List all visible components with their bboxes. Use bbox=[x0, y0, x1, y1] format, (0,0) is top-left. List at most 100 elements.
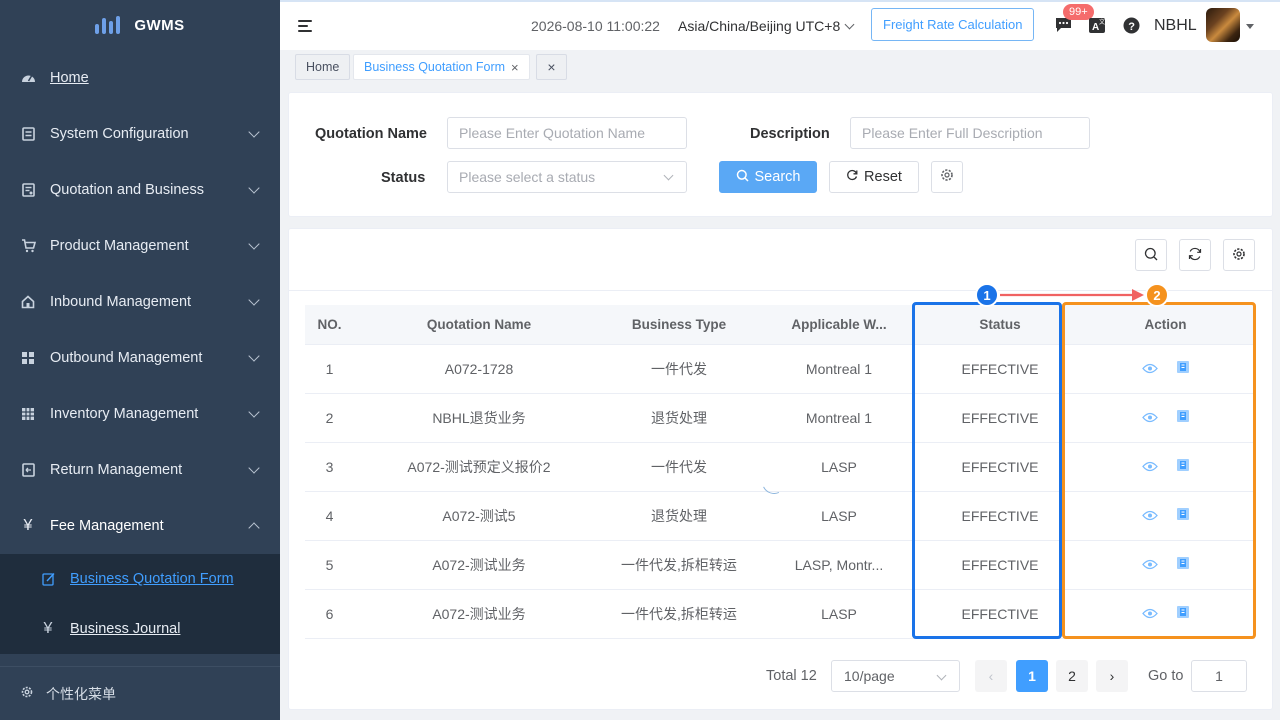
sidebar-item-quotation-business[interactable]: Quotation and Business bbox=[0, 162, 280, 218]
top-navbar: 2026-08-10 11:00:22 Asia/China/Beijing U… bbox=[280, 0, 1280, 50]
page-size-select[interactable]: 10/page bbox=[831, 660, 960, 692]
sidebar-item-label: System Configuration bbox=[50, 126, 189, 142]
column-header-quotation-name: Quotation Name bbox=[354, 305, 604, 345]
sidebar-item-label: Home bbox=[50, 70, 89, 86]
cell-no: 4 bbox=[305, 491, 354, 541]
gear-icon bbox=[1232, 247, 1246, 264]
sidebar-item-label: Outbound Management bbox=[50, 350, 203, 366]
svg-text:?: ? bbox=[1128, 21, 1135, 33]
tag-label: Home bbox=[306, 60, 340, 74]
tags-view: Home Business Quotation Form × × bbox=[280, 50, 1280, 86]
sidebar-item-outbound-management[interactable]: Outbound Management bbox=[0, 330, 280, 386]
chevron-down-icon bbox=[248, 126, 260, 138]
quotation-name-label: Quotation Name bbox=[315, 126, 427, 142]
sidebar-subitem-label: Business Journal bbox=[70, 621, 181, 637]
toggle-search-button[interactable] bbox=[1135, 239, 1167, 271]
description-input[interactable]: Please Enter Full Description bbox=[850, 117, 1090, 149]
menu-fold-icon[interactable] bbox=[298, 19, 314, 33]
next-page-button[interactable]: › bbox=[1096, 660, 1128, 692]
search-icon bbox=[1144, 247, 1158, 264]
help-icon[interactable]: ? bbox=[1122, 16, 1140, 34]
cell-business-type: 退货处理 bbox=[604, 491, 754, 541]
close-icon: × bbox=[547, 59, 556, 75]
annotation-marker-1: 1 bbox=[975, 283, 999, 307]
caret-down-icon[interactable] bbox=[1246, 24, 1254, 29]
sidebar-item-system-configuration[interactable]: System Configuration bbox=[0, 106, 280, 162]
sidebar-item-label: Product Management bbox=[50, 238, 189, 254]
yen-icon: ¥ bbox=[43, 620, 53, 637]
search-form: Quotation Name Please Enter Quotation Na… bbox=[288, 92, 1273, 217]
sidebar-subitem-business-journal[interactable]: ¥ Business Journal bbox=[0, 604, 280, 654]
cell-business-type: 一件代发 bbox=[604, 344, 754, 394]
search-settings-button[interactable] bbox=[931, 161, 963, 193]
cell-no: 2 bbox=[305, 393, 354, 443]
cell-quotation-name: A072-测试预定义报价2 bbox=[354, 442, 604, 492]
sidebar-item-label: Quotation and Business bbox=[50, 182, 204, 198]
settings-panel-icon bbox=[20, 126, 36, 142]
personalized-menu[interactable]: 个性化菜单 bbox=[0, 666, 280, 720]
column-settings-button[interactable] bbox=[1223, 239, 1255, 271]
sidebar-subitem-business-quotation-form[interactable]: Business Quotation Form bbox=[0, 554, 280, 604]
chevron-down-icon bbox=[248, 406, 260, 418]
sidebar-item-label: Inbound Management bbox=[50, 294, 192, 310]
timezone-dropdown[interactable]: Asia/China/Beijing UTC+8 bbox=[678, 18, 855, 34]
page-button-2[interactable]: 2 bbox=[1056, 660, 1088, 692]
gear-icon bbox=[20, 685, 34, 702]
app-name: GWMS bbox=[134, 16, 185, 34]
cell-no: 3 bbox=[305, 442, 354, 492]
refresh-button[interactable] bbox=[1179, 239, 1211, 271]
cell-business-type: 一件代发,拆柜转运 bbox=[604, 589, 754, 639]
quotation-name-placeholder: Please Enter Quotation Name bbox=[459, 125, 645, 141]
current-datetime: 2026-08-10 11:00:22 bbox=[531, 18, 660, 34]
reset-button[interactable]: Reset bbox=[829, 161, 919, 193]
search-button[interactable]: Search bbox=[719, 161, 817, 193]
cell-quotation-name: A072-测试业务 bbox=[354, 540, 604, 590]
app-logo[interactable]: GWMS bbox=[0, 0, 280, 50]
goto-page-input[interactable]: 1 bbox=[1191, 660, 1247, 692]
close-all-tags-button[interactable]: × bbox=[536, 54, 567, 80]
refresh-icon bbox=[1188, 247, 1202, 264]
sidebar-item-fee-management[interactable]: ¥ Fee Management bbox=[0, 498, 280, 554]
tag-business-quotation-form[interactable]: Business Quotation Form × bbox=[353, 54, 530, 80]
quotation-name-input[interactable]: Please Enter Quotation Name bbox=[447, 117, 687, 149]
page-size-label: 10/page bbox=[844, 668, 895, 684]
cell-no: 5 bbox=[305, 540, 354, 590]
search-button-label: Search bbox=[754, 169, 801, 185]
sidebar: GWMS Home System Configuration Quotation… bbox=[0, 0, 280, 720]
status-placeholder: Please select a status bbox=[459, 169, 596, 185]
pagination-total: Total 12 bbox=[766, 668, 817, 684]
document-list-icon bbox=[20, 182, 36, 198]
chevron-down-icon bbox=[248, 350, 260, 362]
sidebar-item-product-management[interactable]: Product Management bbox=[0, 218, 280, 274]
sidebar-item-home[interactable]: Home bbox=[0, 50, 280, 106]
status-select[interactable]: Please select a status bbox=[447, 161, 687, 193]
table-icon bbox=[20, 406, 36, 422]
cell-quotation-name: NBHL退货业务 bbox=[354, 393, 604, 443]
description-label: Description bbox=[750, 126, 830, 142]
close-icon[interactable]: × bbox=[511, 60, 519, 75]
page-button-1[interactable]: 1 bbox=[1016, 660, 1048, 692]
cell-warehouse: Montreal 1 bbox=[754, 393, 924, 443]
dashboard-icon bbox=[20, 70, 36, 86]
column-header-business-type: Business Type bbox=[604, 305, 754, 345]
avatar[interactable] bbox=[1206, 8, 1240, 42]
personalized-menu-label: 个性化菜单 bbox=[46, 685, 116, 702]
sidebar-item-inbound-management[interactable]: Inbound Management bbox=[0, 274, 280, 330]
user-name[interactable]: NBHL bbox=[1154, 17, 1197, 35]
cell-no: 6 bbox=[305, 589, 354, 639]
freight-rate-calculation-button[interactable]: Freight Rate Calculation bbox=[871, 8, 1035, 41]
sidebar-item-return-management[interactable]: Return Management bbox=[0, 442, 280, 498]
translate-icon[interactable]: A文 bbox=[1088, 16, 1106, 34]
chevron-up-icon bbox=[248, 522, 260, 534]
sidebar-subitem-label: Business Quotation Form bbox=[70, 571, 234, 587]
annotation-marker-2: 2 bbox=[1145, 283, 1169, 307]
sidebar-item-inventory-management[interactable]: Inventory Management bbox=[0, 386, 280, 442]
prev-page-button[interactable]: ‹ bbox=[975, 660, 1007, 692]
cell-quotation-name: A072-测试5 bbox=[354, 491, 604, 541]
tag-home[interactable]: Home bbox=[295, 54, 351, 80]
cell-warehouse: LASP bbox=[754, 589, 924, 639]
cell-business-type: 一件代发,拆柜转运 bbox=[604, 540, 754, 590]
edit-doc-icon bbox=[40, 572, 56, 586]
grid-icon bbox=[20, 350, 36, 366]
cell-warehouse: Montreal 1 bbox=[754, 344, 924, 394]
